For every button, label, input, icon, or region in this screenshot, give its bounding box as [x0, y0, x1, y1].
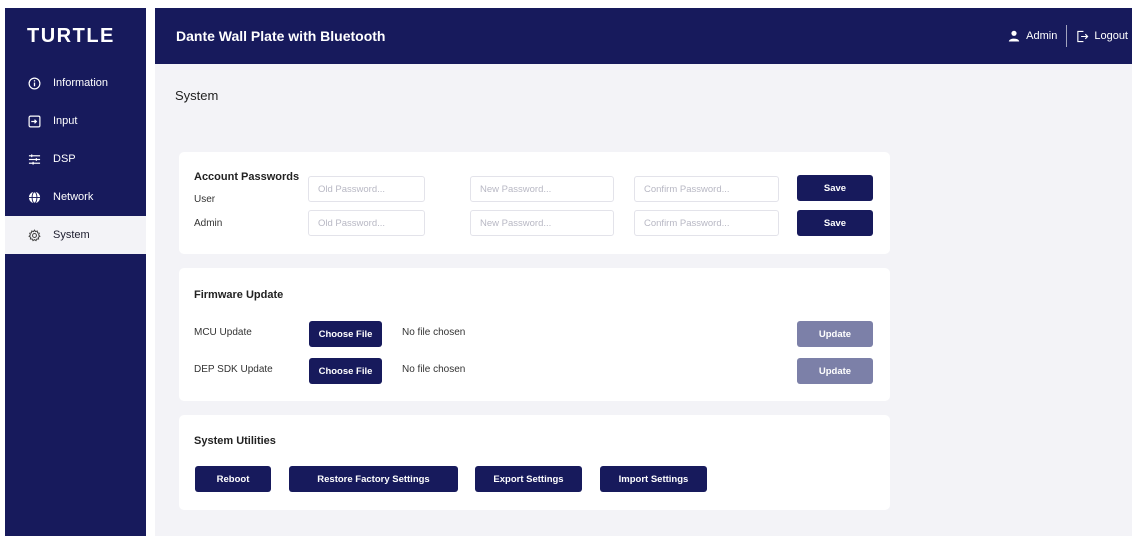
- sliders-icon: [27, 152, 41, 166]
- info-icon: [27, 76, 41, 90]
- dep-sdk-update-label: DEP SDK Update: [194, 364, 273, 375]
- sidebar-item-information[interactable]: Information: [5, 64, 146, 102]
- mcu-choose-file-button[interactable]: Choose File: [309, 321, 382, 347]
- restore-factory-settings-button[interactable]: Restore Factory Settings: [289, 466, 458, 492]
- user-row-label: User: [194, 194, 216, 205]
- sidebar-item-label: Information: [53, 77, 109, 89]
- account-passwords-title: Account Passwords: [194, 171, 300, 183]
- logout-icon: [1077, 30, 1089, 42]
- admin-confirm-password-input[interactable]: [634, 210, 779, 236]
- top-bar: Dante Wall Plate with Bluetooth Admin Lo…: [155, 8, 1132, 64]
- sidebar-item-input[interactable]: Input: [5, 102, 146, 140]
- sidebar-item-label: DSP: [53, 153, 76, 165]
- sidebar-item-network[interactable]: Network: [5, 178, 146, 216]
- brand-logo: TURTLE: [27, 24, 115, 47]
- firmware-update-card: Firmware Update MCU Update Choose File N…: [179, 268, 890, 401]
- page-title: System: [175, 88, 219, 103]
- globe-icon: [27, 190, 41, 204]
- admin-old-password-input[interactable]: [308, 210, 425, 236]
- export-settings-button[interactable]: Export Settings: [475, 466, 582, 492]
- user-new-password-input[interactable]: [470, 176, 614, 202]
- header-divider: [1066, 25, 1068, 47]
- dep-sdk-file-status: No file chosen: [402, 364, 466, 375]
- sidebar-item-label: Network: [53, 191, 94, 203]
- admin-row-label: Admin: [194, 218, 223, 229]
- mcu-file-status: No file chosen: [402, 327, 466, 338]
- user-old-password-input[interactable]: [308, 176, 425, 202]
- admin-save-button[interactable]: Save: [797, 210, 873, 236]
- sidebar-item-dsp[interactable]: DSP: [5, 140, 146, 178]
- reboot-button[interactable]: Reboot: [195, 466, 271, 492]
- firmware-update-title: Firmware Update: [194, 289, 284, 301]
- mcu-update-button[interactable]: Update: [797, 321, 873, 347]
- user-save-button[interactable]: Save: [797, 175, 873, 201]
- account-passwords-card: Account Passwords User Save Admin Save: [179, 152, 890, 254]
- logout-button[interactable]: Logout: [1076, 30, 1128, 43]
- app-title: Dante Wall Plate with Bluetooth: [176, 28, 386, 44]
- dep-sdk-update-button[interactable]: Update: [797, 358, 873, 384]
- gear-icon: [27, 228, 41, 242]
- admin-new-password-input[interactable]: [470, 210, 614, 236]
- logout-label: Logout: [1094, 30, 1128, 42]
- sidebar-item-system[interactable]: System: [5, 216, 146, 254]
- import-settings-button[interactable]: Import Settings: [600, 466, 707, 492]
- sidebar-item-label: System: [53, 229, 90, 241]
- mcu-update-label: MCU Update: [194, 327, 252, 338]
- input-icon: [27, 114, 41, 128]
- user-confirm-password-input[interactable]: [634, 176, 779, 202]
- dep-sdk-choose-file-button[interactable]: Choose File: [309, 358, 382, 384]
- user-name: Admin: [1026, 30, 1058, 42]
- sidebar: TURTLE Information Input DSP Network Sys…: [5, 8, 146, 536]
- user-area: Admin Logout: [1008, 8, 1128, 64]
- main-content: System Account Passwords User Save Admin…: [155, 64, 1132, 536]
- system-utilities-title: System Utilities: [194, 435, 276, 447]
- system-utilities-card: System Utilities Reboot Restore Factory …: [179, 415, 890, 510]
- sidebar-item-label: Input: [53, 115, 78, 127]
- user-icon: [1008, 30, 1020, 42]
- sidebar-nav: Information Input DSP Network System: [5, 64, 146, 254]
